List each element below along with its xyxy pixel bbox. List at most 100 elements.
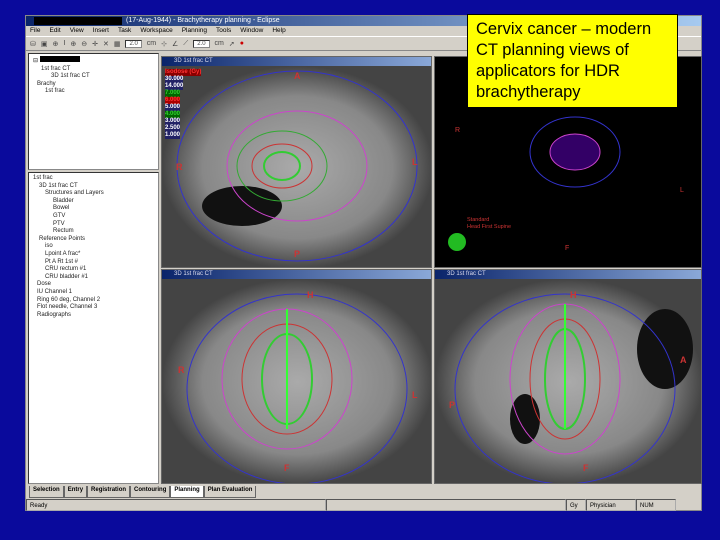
- menu-workspace[interactable]: Workspace: [140, 26, 172, 36]
- grid-icon[interactable]: ▦: [114, 40, 121, 48]
- tab-plan-evaluation[interactable]: Plan Evaluation: [203, 486, 257, 498]
- open-icon[interactable]: ⛁: [30, 40, 36, 48]
- viewport-title: 3D 1st frac CT: [162, 270, 431, 279]
- menu-planning[interactable]: Planning: [182, 26, 207, 36]
- tree-item[interactable]: Lpoint A frac*: [33, 251, 154, 259]
- tab-entry[interactable]: Entry: [63, 486, 88, 498]
- pan-icon[interactable]: ✛: [92, 40, 98, 48]
- tree-item[interactable]: 3D 1st frac CT: [33, 73, 154, 81]
- isodose-level: 1.000: [165, 132, 181, 139]
- isodose-level: 2.500: [165, 125, 181, 132]
- close-x-icon[interactable]: ✕: [103, 40, 109, 48]
- orientation-label: P: [294, 249, 301, 259]
- status-empty: [326, 499, 566, 511]
- tab-selection[interactable]: Selection: [29, 486, 64, 498]
- tree-item[interactable]: 3D 1st frac CT: [33, 183, 154, 191]
- menu-help[interactable]: Help: [272, 26, 285, 36]
- orientation-label: L: [680, 187, 684, 194]
- tree-item[interactable]: Reference Points: [33, 236, 154, 244]
- orientation-label: L: [412, 390, 418, 400]
- tree-item[interactable]: Flot needle, Channel 3: [33, 304, 154, 312]
- tab-planning[interactable]: Planning: [170, 486, 204, 498]
- tree-root[interactable]: ⊟: [33, 56, 154, 66]
- target-icon[interactable]: ⊕: [53, 40, 59, 48]
- bar-icon[interactable]: I: [63, 40, 65, 47]
- tree-item[interactable]: 1st frac CT: [33, 66, 154, 74]
- plan-tree: 1st frac 3D 1st frac CT Structures and Lay…: [28, 172, 159, 484]
- dose-icon[interactable]: ●: [240, 40, 244, 47]
- save-icon[interactable]: ▣: [41, 40, 48, 48]
- status-num: NUM: [636, 499, 676, 511]
- menu-task[interactable]: Task: [118, 26, 131, 36]
- menu-insert[interactable]: Insert: [93, 26, 109, 36]
- menu-window[interactable]: Window: [240, 26, 263, 36]
- slide-caption: Cervix cancer – modern CT planning views…: [467, 14, 678, 108]
- zoom-in-icon[interactable]: ⊕: [70, 40, 76, 48]
- tree-item[interactable]: PTV: [33, 221, 154, 229]
- isodose-level: 30.000: [165, 76, 184, 83]
- isodose-level: 5.000: [165, 104, 181, 111]
- orientation-label: F: [284, 463, 290, 473]
- tab-contouring[interactable]: Contouring: [130, 486, 171, 498]
- tree-item[interactable]: Bladder: [33, 198, 154, 206]
- tab-registration[interactable]: Registration: [87, 486, 131, 498]
- tree-item[interactable]: CRU rectum #1: [33, 266, 154, 274]
- tool-icon[interactable]: ⊹: [161, 40, 167, 48]
- tree-item[interactable]: Rectum: [33, 228, 154, 236]
- orientation-label: P: [449, 400, 456, 410]
- orientation-text: Standard Head First Supine: [467, 217, 512, 230]
- tree-item[interactable]: GTV: [33, 213, 154, 221]
- pointer-icon[interactable]: ➚: [229, 40, 235, 48]
- ruler-icon[interactable]: ⟋: [183, 40, 188, 48]
- tree-item[interactable]: IU Channel 1: [33, 289, 154, 297]
- angle-icon[interactable]: ∠: [172, 40, 178, 48]
- isodose-level: Isodose (Gy): [165, 69, 202, 76]
- menu-view[interactable]: View: [70, 26, 84, 36]
- orientation-label: H: [570, 290, 577, 300]
- viewport-sagittal[interactable]: 3D 1st frac CT H A P F: [434, 269, 702, 484]
- isodose-level: 4.000: [165, 111, 181, 118]
- patient-tree: ⊟ 1st frac CT 3D 1st frac CT Brachy 1st …: [28, 53, 159, 170]
- redacted-name: [34, 17, 122, 25]
- tree-item[interactable]: Pt A Rt 1st #: [33, 259, 154, 267]
- viewport-title: 3D 1st frac CT: [435, 270, 701, 279]
- tree-item[interactable]: Structures and Layers: [33, 190, 154, 198]
- status-unit: Gy: [566, 499, 586, 511]
- window-title: (17-Aug-1944) - Brachytherapy planning -…: [126, 17, 280, 24]
- isodose-level: 14.000: [165, 83, 184, 90]
- tree-item[interactable]: Ring 60 deg, Channel 2: [33, 297, 154, 305]
- viewport-coronal[interactable]: 3D 1st frac CT H R L F: [161, 269, 432, 484]
- step-field-2[interactable]: 2.0: [193, 39, 210, 48]
- tree-item[interactable]: Bowel: [33, 205, 154, 213]
- unit-label: cm: [214, 40, 224, 47]
- viewport-title: 3D 1st frac CT: [162, 57, 431, 66]
- tree-item[interactable]: Radiographs: [33, 312, 154, 320]
- orientation-label: F: [565, 245, 570, 252]
- orientation-label: H: [307, 290, 314, 300]
- tree-item[interactable]: 1st frac: [33, 88, 154, 96]
- viewport-transverse[interactable]: 3D 1st frac CT Isodose (Gy) 30.000 14.000 7…: [161, 56, 432, 268]
- tree-item[interactable]: Dose: [33, 281, 154, 289]
- menu-tools[interactable]: Tools: [216, 26, 231, 36]
- zoom-out-icon[interactable]: ⊖: [81, 40, 87, 48]
- menu-edit[interactable]: Edit: [49, 26, 60, 36]
- tree-item[interactable]: 1st frac: [33, 175, 154, 183]
- step-field-1[interactable]: 2.0: [125, 39, 142, 48]
- workspace-tabs: Selection Entry Registration Contouring …: [26, 486, 257, 498]
- isodose-legend: Isodose (Gy) 30.000 14.000 7.000 6.000 5.000 4…: [165, 69, 202, 139]
- isodose-level: 7.000: [165, 90, 181, 97]
- status-role: Physician: [586, 499, 636, 511]
- orientation-label: L: [412, 157, 418, 167]
- tree-item[interactable]: iso: [33, 243, 154, 251]
- tree-item[interactable]: Brachy: [33, 81, 154, 89]
- ct-image: [435, 279, 701, 483]
- menu-file[interactable]: File: [30, 26, 40, 36]
- orientation-label: R: [178, 365, 185, 375]
- isodose-level: 3.000: [165, 118, 181, 125]
- ct-image: [162, 279, 431, 483]
- ct-image: [162, 66, 431, 267]
- tree-item[interactable]: CRU bladder #1: [33, 274, 154, 282]
- status-text: Ready: [26, 499, 326, 511]
- orientation-label: R: [455, 127, 461, 134]
- unit-label: cm: [146, 40, 157, 47]
